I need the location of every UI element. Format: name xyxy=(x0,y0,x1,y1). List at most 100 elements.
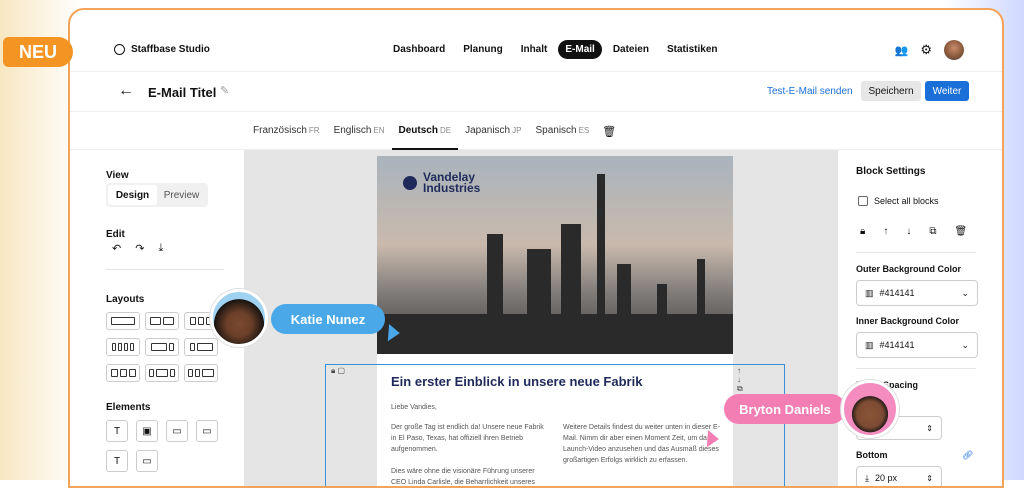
tab-label: Deutsch xyxy=(398,125,438,136)
button-element-icon[interactable]: ▭ xyxy=(166,420,188,442)
color-swatch-icon: ▥ xyxy=(865,339,874,350)
image-element-icon[interactable]: ▣ xyxy=(136,420,158,442)
download-icon[interactable]: ⤓ xyxy=(158,242,163,255)
bottom-label: Bottom xyxy=(856,450,888,460)
next-button[interactable]: Weiter xyxy=(925,81,969,101)
link-button-element-icon[interactable]: ▭ xyxy=(196,420,218,442)
brand[interactable]: Staffbase Studio xyxy=(114,44,210,55)
bryton-callout: Bryton Daniels xyxy=(724,394,846,424)
nav-tabs: Dashboard Planung Inhalt E-Mail Dateien … xyxy=(386,40,725,59)
chevron-down-icon: ⌄ xyxy=(961,287,969,298)
block-settings-title: Block Settings xyxy=(856,166,926,177)
layout-three-equal[interactable] xyxy=(106,364,140,382)
heading-element-icon[interactable]: T xyxy=(106,450,128,472)
edit-tools: ↶ ↷ ⤓ xyxy=(112,242,163,255)
view-toggle: Design Preview xyxy=(106,183,208,207)
tab-spanish[interactable]: Spanisch ES xyxy=(528,112,596,150)
delete-icon[interactable]: 🗑︎ xyxy=(954,226,967,237)
stepper-icon[interactable]: ⇕ xyxy=(926,474,933,483)
tab-code: JP xyxy=(512,126,522,135)
users-icon[interactable]: 👥 xyxy=(895,44,909,57)
refinery-base xyxy=(377,314,733,354)
staffbase-logo-icon xyxy=(114,44,125,55)
layout-small-wide-small[interactable] xyxy=(145,364,179,382)
select-all-checkbox[interactable] xyxy=(858,196,868,206)
cta-element-icon[interactable]: ▭ xyxy=(136,450,158,472)
design-toggle[interactable]: Design xyxy=(108,185,157,205)
trash-icon[interactable]: 🗑 xyxy=(596,112,622,150)
nav-email[interactable]: E-Mail xyxy=(558,40,602,59)
move-down-icon[interactable]: ↓ xyxy=(906,226,911,237)
text-element-icon[interactable]: T xyxy=(106,420,128,442)
stepper-icon[interactable]: ⇕ xyxy=(926,424,933,433)
tab-english[interactable]: Englisch EN xyxy=(327,112,392,150)
user-avatar[interactable] xyxy=(944,40,964,60)
brand-name: Staffbase Studio xyxy=(131,44,210,55)
move-up-icon[interactable]: ↑ xyxy=(883,226,888,237)
nav-planung[interactable]: Planung xyxy=(456,40,509,59)
layouts-label: Layouts xyxy=(106,294,145,305)
tab-japanese[interactable]: Japanisch JP xyxy=(458,112,528,150)
elements-grid: T ▣ ▭ ▭ T ▭ xyxy=(106,420,220,472)
email-heading: Ein erster Einblick in unsere neue Fabri… xyxy=(391,374,643,389)
tab-label: Englisch xyxy=(333,125,372,136)
globe-logo-icon xyxy=(403,176,417,190)
tab-code: ES xyxy=(578,126,590,135)
inner-bg-label: Inner Background Color xyxy=(856,316,960,326)
hero-image[interactable]: Vandelay Industries xyxy=(377,156,733,354)
tab-german[interactable]: Deutsch DE xyxy=(391,112,459,150)
redo-icon[interactable]: ↷ xyxy=(135,242,144,255)
tab-label: Französisch xyxy=(253,125,307,136)
preview-toggle[interactable]: Preview xyxy=(157,185,206,205)
email-paragraph-2: Dies wäre ohne die visionäre Führung uns… xyxy=(391,468,535,486)
language-bar: Französisch FR Englisch EN Deutsch DE Japan… xyxy=(70,112,1002,150)
select-all-label: Select all blocks xyxy=(874,196,939,206)
outer-bg-value: #414141 xyxy=(879,288,915,298)
nav-statistiken[interactable]: Statistiken xyxy=(660,40,725,59)
layout-one-column[interactable] xyxy=(106,312,140,330)
outer-bg-label: Outer Background Color xyxy=(856,264,962,274)
view-label: View xyxy=(106,170,129,181)
layout-four-columns[interactable] xyxy=(106,338,140,356)
layout-grid xyxy=(106,312,218,382)
bottom-value: 20 px xyxy=(874,473,898,483)
layout-narrow-wide[interactable] xyxy=(184,338,218,356)
hero-brand: Vandelay Industries xyxy=(403,171,481,195)
send-test-email-link[interactable]: Test-E-Mail senden xyxy=(767,86,853,97)
undo-icon[interactable]: ↶ xyxy=(112,242,121,255)
back-arrow-icon[interactable]: ← xyxy=(118,82,134,100)
brand-line-2: Industries xyxy=(423,181,481,195)
spacing-bottom-icon: ⤓ xyxy=(865,472,869,483)
layout-two-columns[interactable] xyxy=(145,312,179,330)
color-swatch-icon: ▥ xyxy=(865,287,874,298)
inner-bg-value: #414141 xyxy=(879,340,915,350)
bottom-spacing-input[interactable]: ⤓ 20 px ⇕ xyxy=(856,466,942,486)
nav-dateien[interactable]: Dateien xyxy=(606,40,656,59)
tab-label: Spanisch xyxy=(535,125,577,136)
email-paragraph-3: Weitere Details findest du weiter unten … xyxy=(563,424,721,464)
new-badge: NEU xyxy=(3,37,73,67)
tab-code: DE xyxy=(439,126,452,135)
tab-code: EN xyxy=(373,126,385,135)
email-preview: VandelayIndustries 🔒︎ ▢ ↑ ↓ ⧉ 🗑︎ Ein ers… xyxy=(325,156,785,486)
duplicate-icon[interactable]: ⧉ xyxy=(929,226,936,237)
gear-icon[interactable]: ⚙ xyxy=(920,42,932,58)
nav-inhalt[interactable]: Inhalt xyxy=(514,40,555,59)
katie-callout: Katie Nunez xyxy=(271,304,385,334)
katie-avatar xyxy=(210,289,268,347)
lock-icon[interactable]: 🔒︎ ▢ xyxy=(331,366,345,376)
save-button[interactable]: Speichern xyxy=(861,81,921,101)
elements-label: Elements xyxy=(106,402,151,413)
outer-bg-color-select[interactable]: ▥ #414141 ⌄ xyxy=(856,280,978,306)
lock-icon[interactable]: 🔒︎ xyxy=(860,226,865,237)
tab-french[interactable]: Französisch FR xyxy=(246,112,327,150)
nav-dashboard[interactable]: Dashboard xyxy=(386,40,452,59)
divider xyxy=(856,368,976,369)
inner-bg-color-select[interactable]: ▥ #414141 ⌄ xyxy=(856,332,978,358)
link-icon[interactable]: 🔗︎ xyxy=(962,450,973,461)
email-paragraph-1: Der große Tag ist endlich da! Unsere neu… xyxy=(391,424,544,453)
email-greeting: Liebe Vandies, xyxy=(391,404,437,411)
layout-small-small-wide[interactable] xyxy=(184,364,218,382)
layout-wide-narrow[interactable] xyxy=(145,338,179,356)
edit-pencil-icon[interactable]: ✎ xyxy=(220,84,229,97)
